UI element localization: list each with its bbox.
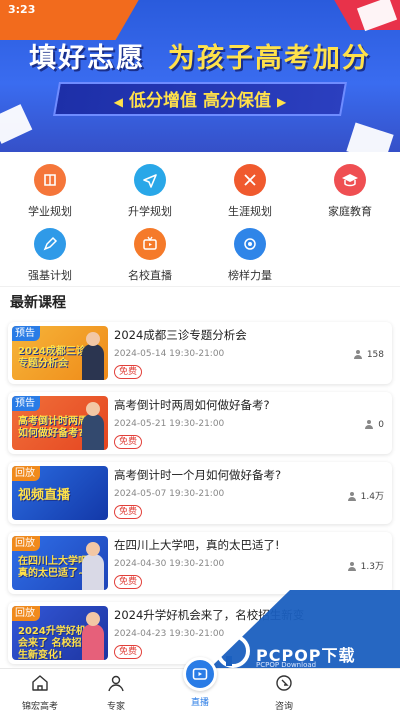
course-thumbnail: 预告 高考倒计时两周 如何做好备考? xyxy=(12,396,108,450)
feature-label: 家庭教育 xyxy=(328,205,372,218)
thumbnail-text: 高考倒计时两周 如何做好备考? xyxy=(18,416,88,439)
course-thumbnail: 回放 在四川上大学吧 真的太巴适了~ xyxy=(12,536,108,590)
course-price-badge: 免费 xyxy=(114,575,143,589)
feature-career-planning[interactable]: 生涯规划 xyxy=(200,164,300,219)
feature-label: 升学规划 xyxy=(128,205,172,218)
course-price-badge: 免费 xyxy=(114,435,143,449)
viewer-count: 158 xyxy=(366,350,384,360)
viewer-count: 0 xyxy=(378,420,384,430)
user-icon xyxy=(108,675,124,692)
feature-label: 榜样力量 xyxy=(228,269,272,282)
course-title: 在四川上大学吧，真的太巴适了! xyxy=(114,538,280,552)
nav-label: 咨询 xyxy=(274,702,293,712)
course-card[interactable]: 回放 在四川上大学吧 真的太巴适了~ 在四川上大学吧，真的太巴适了! 2024-… xyxy=(8,532,392,594)
nav-live-label: 直播 xyxy=(190,698,209,708)
user-icon xyxy=(347,562,356,571)
feature-school-live[interactable]: 名校直播 xyxy=(100,228,200,283)
course-price-badge: 免费 xyxy=(114,365,143,379)
course-viewers: 1.3万 xyxy=(347,559,384,572)
send-icon xyxy=(134,164,166,196)
thumbnail-text: 视频直播 xyxy=(18,488,71,503)
course-tag: 回放 xyxy=(12,466,40,481)
paper-decoration xyxy=(0,104,33,144)
chat-icon xyxy=(276,675,292,691)
course-time: 2024-05-21 19:30-21:00 xyxy=(114,419,225,429)
thumbnail-text: 2024成都三诊 专题分析会 xyxy=(18,346,86,369)
feature-family-education[interactable]: 家庭教育 xyxy=(300,164,400,219)
feature-academic-planning[interactable]: 学业规划 xyxy=(0,164,100,219)
thumbnail-text: 在四川上大学吧 真的太巴适了~ xyxy=(18,556,88,579)
section-title: 最新课程 xyxy=(10,295,66,311)
feature-label: 学业规划 xyxy=(28,205,72,218)
nav-experts[interactable]: 专家 xyxy=(76,673,156,712)
course-viewers: 158 xyxy=(353,349,384,360)
speaker-avatar xyxy=(82,542,104,590)
speaker-avatar xyxy=(82,332,104,380)
course-thumbnail: 预告 2024成都三诊 专题分析会 xyxy=(12,326,108,380)
book-icon xyxy=(34,164,66,196)
status-time: 3:23 xyxy=(8,3,36,16)
tv-icon xyxy=(134,228,166,260)
course-thumbnail: 回放 2024升学好机会来了 名校招生新变化! xyxy=(12,606,108,660)
nav-label: 专家 xyxy=(106,702,125,712)
paper-decoration xyxy=(346,122,394,152)
course-time: 2024-05-14 19:30-21:00 xyxy=(114,349,225,359)
course-viewers: 0 xyxy=(365,419,384,430)
course-tag: 回放 xyxy=(12,536,40,551)
speaker-avatar xyxy=(82,402,104,450)
banner-subtitle: ◀ 低分增值 高分保值 ▶ xyxy=(56,86,344,111)
nav-home[interactable]: 锦宏高考 xyxy=(0,673,80,712)
course-tag: 预告 xyxy=(12,396,40,411)
graduation-cap-icon xyxy=(334,164,366,196)
banner-title-part1: 填好志愿 xyxy=(29,43,146,74)
course-card[interactable]: 回放 视频直播 高考倒计时一个月如何做好备考? 2024-05-07 19:30… xyxy=(8,462,392,524)
thumbnail-text: 2024升学好机会来了 名校招生新变化! xyxy=(18,626,86,660)
speaker-avatar xyxy=(82,612,104,660)
feature-grid: 学业规划 升学规划 生涯规划 家庭教育 强基计划 名校直播 榜样力量 xyxy=(0,152,400,286)
feature-strong-foundation[interactable]: 强基计划 xyxy=(0,228,100,283)
banner-title-part2: 为孩子高考加分 xyxy=(167,43,371,74)
course-price-badge: 免费 xyxy=(114,645,143,659)
nav-consult[interactable]: 咨询 xyxy=(244,673,324,712)
course-tag: 预告 xyxy=(12,326,40,341)
right-arrow-icon: ▶ xyxy=(276,95,287,109)
nav-live-button[interactable] xyxy=(183,657,217,691)
course-price-badge: 免费 xyxy=(114,505,143,519)
course-title: 2024成都三诊专题分析会 xyxy=(114,328,247,342)
left-arrow-icon: ◀ xyxy=(113,95,124,109)
course-viewers: 1.4万 xyxy=(347,489,384,502)
viewer-count: 1.3万 xyxy=(360,562,384,572)
feature-role-models[interactable]: 榜样力量 xyxy=(200,228,300,283)
user-icon xyxy=(353,350,362,359)
course-card[interactable]: 预告 高考倒计时两周 如何做好备考? 高考倒计时两周如何做好备考? 2024-0… xyxy=(8,392,392,454)
nav-label: 锦宏高考 xyxy=(21,702,58,712)
feature-admission-planning[interactable]: 升学规划 xyxy=(100,164,200,219)
tools-icon xyxy=(234,164,266,196)
user-icon xyxy=(365,420,374,429)
banner-subtitle-text: 低分增值 高分保值 xyxy=(129,91,271,111)
medal-icon xyxy=(234,228,266,260)
feature-label: 强基计划 xyxy=(28,269,72,282)
pcpop-logo xyxy=(216,634,250,668)
banner-title: 填好志愿 为孩子高考加分 xyxy=(0,36,400,75)
feature-label: 生涯规划 xyxy=(228,205,272,218)
home-icon xyxy=(32,675,48,691)
course-time: 2024-04-23 19:30-21:00 xyxy=(114,629,225,639)
course-time: 2024-04-30 19:30-21:00 xyxy=(114,559,225,569)
play-icon xyxy=(192,668,208,680)
course-card[interactable]: 预告 2024成都三诊 专题分析会 2024成都三诊专题分析会 2024-05-… xyxy=(8,322,392,384)
course-title: 高考倒计时两周如何做好备考? xyxy=(114,398,270,412)
pencil-icon xyxy=(34,228,66,260)
viewer-count: 1.4万 xyxy=(360,492,384,502)
user-icon xyxy=(347,492,356,501)
feature-label: 名校直播 xyxy=(128,269,172,282)
hero-banner[interactable]: 3:23 填好志愿 为孩子高考加分 ◀ 低分增值 高分保值 ▶ xyxy=(0,0,400,152)
course-thumbnail: 回放 视频直播 xyxy=(12,466,108,520)
divider xyxy=(0,286,400,287)
course-title: 高考倒计时一个月如何做好备考? xyxy=(114,468,282,482)
course-time: 2024-05-07 19:30-21:00 xyxy=(114,489,225,499)
course-tag: 回放 xyxy=(12,606,40,621)
